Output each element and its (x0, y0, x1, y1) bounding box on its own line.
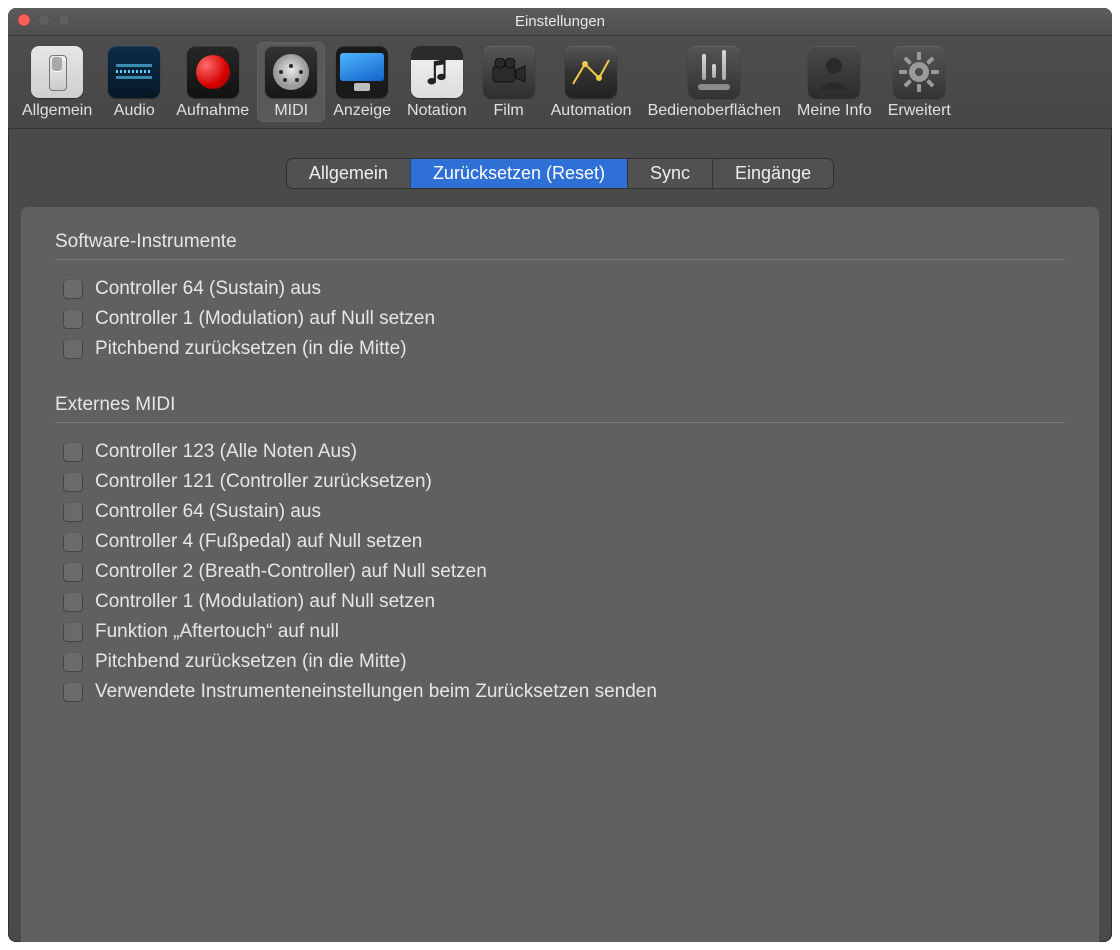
group-heading: Externes MIDI (55, 394, 1065, 423)
checkbox[interactable] (63, 562, 83, 582)
toolbar-item-record[interactable]: Aufnahme (168, 42, 257, 122)
checkbox-label: Verwendete Instrumenteneinstellungen bei… (95, 681, 657, 703)
subtab-sync[interactable]: Sync (627, 159, 712, 188)
checkbox-label: Controller 4 (Fußpedal) auf Null setzen (95, 531, 422, 553)
toolbar-item-display[interactable]: Anzeige (325, 42, 399, 122)
checkbox[interactable] (63, 309, 83, 329)
checkbox[interactable] (63, 279, 83, 299)
toolbar-item-surfaces[interactable]: Bedienoberflächen (640, 42, 789, 122)
checkbox-label: Pitchbend zurücksetzen (in die Mitte) (95, 651, 407, 673)
monitor-icon (336, 46, 388, 98)
subtab-reset[interactable]: Zurücksetzen (Reset) (410, 159, 627, 188)
toolbar-label: Erweitert (888, 102, 951, 120)
checkbox-row: Controller 1 (Modulation) auf Null setze… (55, 304, 1065, 334)
checkbox[interactable] (63, 622, 83, 642)
person-icon (808, 46, 860, 98)
checkbox[interactable] (63, 339, 83, 359)
window-controls (8, 14, 70, 26)
subtab-inputs[interactable]: Eingänge (712, 159, 833, 188)
checkbox-label: Controller 2 (Breath-Controller) auf Nul… (95, 561, 487, 583)
checkbox[interactable] (63, 652, 83, 672)
record-icon (187, 46, 239, 98)
checkbox-row: Controller 4 (Fußpedal) auf Null setzen (55, 527, 1065, 557)
checkbox-row: Funktion „Aftertouch“ auf null (55, 617, 1065, 647)
toolbar-item-automation[interactable]: Automation (543, 42, 640, 122)
checkbox[interactable] (63, 682, 83, 702)
reset-panel: Software-Instrumente Controller 64 (Sust… (20, 206, 1100, 942)
checkbox[interactable] (63, 592, 83, 612)
subtab-general[interactable]: Allgemein (287, 159, 410, 188)
window-title: Einstellungen (8, 13, 1112, 30)
toolbar-label: Audio (114, 102, 155, 120)
waveform-icon (108, 46, 160, 98)
checkbox-label: Controller 64 (Sustain) aus (95, 278, 321, 300)
preferences-toolbar: Allgemein Audio Aufnahme MIDI Anzeige No… (8, 36, 1112, 129)
preferences-window: Einstellungen Allgemein Audio Aufnahme M… (8, 8, 1112, 942)
toolbar-item-advanced[interactable]: Erweitert (880, 42, 959, 122)
minimize-icon[interactable] (38, 14, 50, 26)
toolbar-item-general[interactable]: Allgemein (14, 42, 100, 122)
toolbar-label: Film (494, 102, 524, 120)
switch-icon (31, 46, 83, 98)
checkbox-row: Controller 64 (Sustain) aus (55, 274, 1065, 304)
group-external-midi: Externes MIDI Controller 123 (Alle Noten… (55, 394, 1065, 707)
toolbar-item-midi[interactable]: MIDI (257, 42, 325, 122)
checkbox-row: Controller 121 (Controller zurücksetzen) (55, 467, 1065, 497)
checkbox-row: Controller 123 (Alle Noten Aus) (55, 437, 1065, 467)
fullscreen-icon[interactable] (58, 14, 70, 26)
midi-subtabs: Allgemein Zurücksetzen (Reset) Sync Eing… (287, 159, 833, 188)
checkbox-label: Controller 64 (Sustain) aus (95, 501, 321, 523)
checkbox-label: Funktion „Aftertouch“ auf null (95, 621, 339, 643)
content-area: Allgemein Zurücksetzen (Reset) Sync Eing… (8, 129, 1112, 942)
checkbox-label: Controller 123 (Alle Noten Aus) (95, 441, 357, 463)
checkbox-label: Controller 121 (Controller zurücksetzen) (95, 471, 432, 493)
checkbox[interactable] (63, 532, 83, 552)
checkbox-row: Controller 2 (Breath-Controller) auf Nul… (55, 557, 1065, 587)
checkbox-label: Controller 1 (Modulation) auf Null setze… (95, 308, 435, 330)
note-icon (411, 46, 463, 98)
midi-port-icon (265, 46, 317, 98)
group-heading: Software-Instrumente (55, 231, 1065, 260)
checkbox-row: Verwendete Instrumenteneinstellungen bei… (55, 677, 1065, 707)
close-icon[interactable] (18, 14, 30, 26)
checkbox-label: Pitchbend zurücksetzen (in die Mitte) (95, 338, 407, 360)
camera-icon (483, 46, 535, 98)
checkbox[interactable] (63, 442, 83, 462)
automation-icon (565, 46, 617, 98)
toolbar-item-myinfo[interactable]: Meine Info (789, 42, 880, 122)
gear-icon (893, 46, 945, 98)
toolbar-label: Meine Info (797, 102, 872, 120)
faders-icon (688, 46, 740, 98)
checkbox[interactable] (63, 502, 83, 522)
toolbar-item-audio[interactable]: Audio (100, 42, 168, 122)
toolbar-label: Anzeige (333, 102, 391, 120)
checkbox-label: Controller 1 (Modulation) auf Null setze… (95, 591, 435, 613)
toolbar-label: Automation (551, 102, 632, 120)
toolbar-item-notation[interactable]: Notation (399, 42, 475, 122)
toolbar-label: Notation (407, 102, 467, 120)
checkbox-row: Controller 1 (Modulation) auf Null setze… (55, 587, 1065, 617)
toolbar-label: Allgemein (22, 102, 92, 120)
toolbar-label: MIDI (274, 102, 308, 120)
toolbar-label: Bedienoberflächen (648, 102, 781, 120)
checkbox-row: Pitchbend zurücksetzen (in die Mitte) (55, 647, 1065, 677)
checkbox-row: Controller 64 (Sustain) aus (55, 497, 1065, 527)
checkbox[interactable] (63, 472, 83, 492)
checkbox-row: Pitchbend zurücksetzen (in die Mitte) (55, 334, 1065, 364)
toolbar-item-film[interactable]: Film (475, 42, 543, 122)
group-software-instruments: Software-Instrumente Controller 64 (Sust… (55, 231, 1065, 364)
titlebar: Einstellungen (8, 8, 1112, 36)
toolbar-label: Aufnahme (176, 102, 249, 120)
